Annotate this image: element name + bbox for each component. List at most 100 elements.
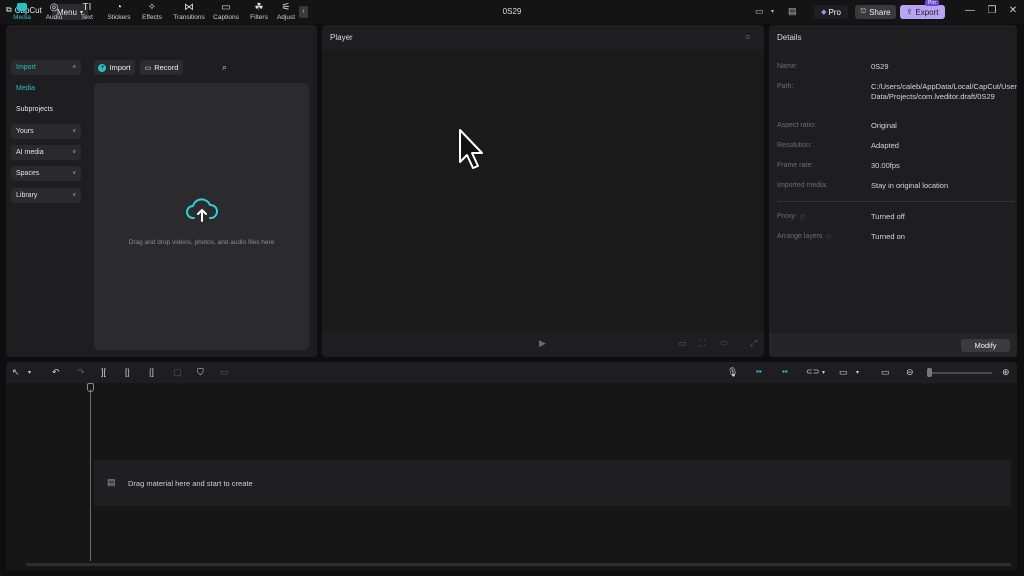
export-icon: ⇪ xyxy=(906,9,913,16)
chevron-down-icon[interactable]: ▾ xyxy=(822,369,825,376)
split-icon[interactable]: ][ xyxy=(101,367,106,377)
ratio-icon[interactable]: ▭ xyxy=(720,338,728,347)
main-track-magnet-icon[interactable]: ▪▪ xyxy=(756,367,762,376)
details-title: Details xyxy=(777,33,802,42)
info-icon[interactable]: ⓘ xyxy=(800,213,806,222)
menu-icon[interactable]: ≡ xyxy=(745,32,750,42)
stickers-icon: ◔ xyxy=(115,2,123,13)
sidebar-item-label: Yours xyxy=(16,128,34,135)
tab-label: Media xyxy=(13,14,31,21)
search-icon[interactable]: ⌕ xyxy=(222,62,227,73)
transitions-icon: ⋈ xyxy=(184,2,194,13)
fullscreen-icon[interactable]: ⤢ xyxy=(750,338,757,349)
pro-button[interactable]: ◆ Pro xyxy=(814,5,848,19)
zoom-in-icon[interactable]: ⊕ xyxy=(1002,367,1010,378)
import-button[interactable]: + Import xyxy=(94,60,135,75)
sidebar-item-subprojects[interactable]: Subprojects xyxy=(11,102,81,117)
auto-snap-icon[interactable]: ▪▪ xyxy=(782,367,788,376)
text-icon: TI xyxy=(82,2,92,13)
play-icon[interactable]: ▶ xyxy=(539,338,546,349)
modify-button[interactable]: Modify xyxy=(961,339,1010,352)
zoom-slider[interactable] xyxy=(928,372,992,374)
minimize-icon[interactable]: — xyxy=(963,5,977,16)
zoom-out-icon[interactable]: ⊖ xyxy=(906,367,914,378)
tab-adjust[interactable]: ⚟ Adjust xyxy=(274,2,298,24)
resize-icon[interactable]: ▭ xyxy=(220,367,229,378)
detail-label: Aspect ratio: xyxy=(777,122,816,129)
chevron-down-icon: ˅ xyxy=(72,170,76,177)
share-label: Share xyxy=(869,7,891,17)
undo-icon[interactable]: ↶ xyxy=(52,367,60,378)
select-cursor-icon[interactable]: ↖ xyxy=(12,367,20,378)
tab-transitions[interactable]: ⋈ Transitions xyxy=(171,2,207,24)
sidebar-item-yours[interactable]: Yours ˅ xyxy=(11,124,81,139)
tab-text[interactable]: TI Text xyxy=(71,2,103,24)
preview-axis-icon[interactable]: ▭ xyxy=(839,367,848,378)
detail-value: C:/Users/caleb/AppData/Local/CapCut/User… xyxy=(871,82,1017,101)
diamond-icon: ◆ xyxy=(821,9,827,16)
export-button[interactable]: ⇪ Export xyxy=(900,5,945,19)
share-button[interactable]: ⎋ Share xyxy=(855,5,896,19)
chevron-down-icon[interactable]: ▾ xyxy=(28,369,31,376)
chevron-down-icon: ˅ xyxy=(72,128,76,135)
effects-icon: ✧ xyxy=(147,2,157,13)
info-icon[interactable]: ⓘ xyxy=(826,233,832,242)
microphone-icon[interactable]: 🎙︎ xyxy=(727,367,738,378)
sidebar-item-media[interactable]: Media xyxy=(11,81,81,96)
chevron-down-icon[interactable]: ▾ xyxy=(771,8,774,15)
media-icon xyxy=(6,2,38,14)
sidebar-item-import[interactable]: Import ˄ xyxy=(11,60,81,75)
redo-icon[interactable]: ↷ xyxy=(77,367,85,378)
sidebar-item-spaces[interactable]: Spaces ˅ xyxy=(11,166,81,181)
timeline-empty-hint: Drag material here and start to create xyxy=(128,479,253,488)
detail-value: Stay in original location xyxy=(871,181,949,190)
sidebar-item-ai-media[interactable]: AI media ˅ xyxy=(11,145,81,160)
playhead-handle[interactable] xyxy=(87,383,94,392)
player-canvas[interactable] xyxy=(322,50,764,332)
tab-filters[interactable]: ☘ Filters xyxy=(243,2,275,24)
chevron-down-icon[interactable]: ▾ xyxy=(856,369,859,376)
zoom-slider-handle[interactable] xyxy=(927,368,932,377)
detail-label: Resolution: xyxy=(777,142,813,149)
sidebar-item-label: Media xyxy=(16,85,36,92)
filters-icon: ☘ xyxy=(254,2,264,13)
horizontal-scrollbar[interactable] xyxy=(26,563,1011,566)
shield-icon[interactable]: ⛉ xyxy=(197,367,204,378)
crop-icon[interactable]: ⛶ xyxy=(699,338,705,349)
detail-label: Arrange layers xyxy=(777,233,823,240)
detail-label: Frame rate: xyxy=(777,162,814,169)
split-right-icon[interactable]: |] xyxy=(149,367,154,377)
record-button[interactable]: ▭ Record xyxy=(140,60,183,75)
tab-label: Adjust xyxy=(276,14,296,21)
detail-label-arrange: Arrange layers ⓘ xyxy=(777,233,832,242)
detail-value: Adapted xyxy=(871,141,899,150)
detail-label: Imported media: xyxy=(777,182,828,189)
delete-icon[interactable]: ▢ xyxy=(173,367,182,378)
link-icon[interactable]: ⊂⊃ xyxy=(806,367,819,376)
tab-media[interactable]: Media xyxy=(6,2,38,24)
shortcuts-icon[interactable]: ▤ xyxy=(788,6,797,17)
layout-icon[interactable]: ▭ xyxy=(755,6,764,17)
audio-icon: ◎ xyxy=(49,2,59,13)
split-left-icon[interactable]: [| xyxy=(125,367,130,377)
player-title: Player xyxy=(330,33,353,42)
tab-captions[interactable]: ▭ Captions xyxy=(210,2,242,24)
detail-value: Turned off xyxy=(871,212,905,221)
tab-label: Captions xyxy=(213,14,239,21)
tab-label: Filters xyxy=(250,14,268,21)
detail-label: Proxy: xyxy=(777,213,797,220)
tab-audio[interactable]: ◎ Audio xyxy=(38,2,70,24)
sidebar-item-library[interactable]: Library ˅ xyxy=(11,188,81,203)
timeline-settings-icon[interactable]: ▭ xyxy=(881,367,890,378)
detail-value: 30.00fps xyxy=(871,161,900,170)
sidebar-item-label: AI media xyxy=(16,149,44,156)
tab-effects[interactable]: ✧ Effects xyxy=(136,2,168,24)
close-icon[interactable]: ✕ xyxy=(1006,5,1020,16)
detail-value: 0S29 xyxy=(871,62,889,71)
chevron-down-icon: ˅ xyxy=(72,149,76,156)
restore-icon[interactable]: ❐ xyxy=(985,5,999,16)
fit-icon[interactable]: ▭ xyxy=(678,338,687,349)
tab-stickers[interactable]: ◔ Stickers xyxy=(103,2,135,24)
tab-label: Audio xyxy=(45,14,63,21)
chevron-right-icon[interactable]: › xyxy=(299,6,308,18)
